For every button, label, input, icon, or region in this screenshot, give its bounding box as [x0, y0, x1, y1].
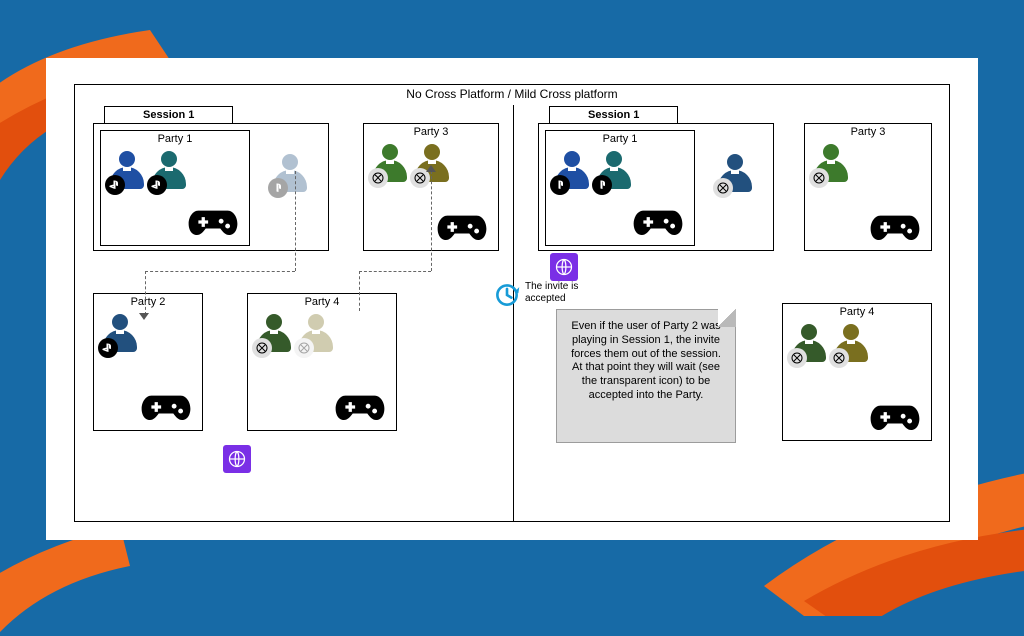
invite-line-4	[359, 271, 431, 273]
session-tab-left: Session 1	[104, 106, 233, 123]
party3-right: Party 3	[804, 123, 932, 251]
party4-left-title: Party 4	[248, 296, 396, 308]
player-icon	[811, 142, 851, 186]
xbox-icon	[294, 338, 314, 358]
party2-left-title: Party 2	[94, 296, 202, 308]
note-fold-icon	[718, 309, 736, 327]
gamepad-icon	[334, 390, 386, 424]
playstation-icon	[98, 338, 118, 358]
invite-line-5	[431, 171, 433, 271]
gamepad-icon	[436, 210, 488, 244]
playstation-icon	[105, 175, 125, 195]
explainer-note: Even if the user of Party 2 was playing …	[556, 309, 736, 443]
party4-right-members	[789, 322, 871, 366]
invite-line-3	[145, 271, 147, 315]
party4-right-title: Party 4	[783, 306, 931, 318]
playstation-icon	[147, 175, 167, 195]
xbox-icon	[252, 338, 272, 358]
invite-line-2	[145, 271, 295, 273]
session-box-left: Session 1 Party 1	[93, 123, 329, 251]
xbox-icon	[809, 168, 829, 188]
party4-right: Party 4	[782, 303, 932, 441]
diagram-title: No Cross Platform / Mild Cross platform	[75, 87, 949, 101]
session-tab-right: Session 1	[549, 106, 678, 123]
party1-right-title: Party 1	[546, 133, 694, 145]
diagram-outer-frame: No Cross Platform / Mild Cross platform …	[74, 84, 950, 522]
player-icon	[254, 312, 294, 356]
ghost-player-icon	[270, 152, 310, 196]
invite-line-6	[359, 271, 361, 311]
transition-label: The invite is accepted	[525, 281, 578, 305]
party1-right-members	[552, 149, 634, 193]
ghost-player-icon	[296, 312, 336, 356]
party1-right: Party 1	[545, 130, 695, 246]
globe-icon	[550, 253, 578, 281]
gamepad-icon	[869, 400, 921, 434]
gamepad-icon	[187, 205, 239, 239]
playstation-icon	[268, 178, 288, 198]
clock-refresh-icon	[493, 281, 521, 309]
player-icon	[552, 149, 592, 193]
state-after: Session 1 Party 1 Pa	[513, 105, 951, 521]
gamepad-icon	[140, 390, 192, 424]
party2-left-members	[100, 312, 140, 356]
player-icon	[594, 149, 634, 193]
player-icon	[831, 322, 871, 366]
party3-right-title: Party 3	[805, 126, 931, 138]
player-icon	[370, 142, 410, 186]
arrowhead-icon	[139, 313, 149, 320]
diagram-card: No Cross Platform / Mild Cross platform …	[46, 58, 978, 540]
party4-left-members	[254, 312, 336, 356]
party1-left-title: Party 1	[101, 133, 249, 145]
gamepad-icon	[869, 210, 921, 244]
player-icon	[107, 149, 147, 193]
playstation-icon	[550, 175, 570, 195]
session-box-right: Session 1 Party 1	[538, 123, 774, 251]
xbox-icon	[713, 178, 733, 198]
player-icon	[715, 152, 755, 196]
party4-left: Party 4	[247, 293, 397, 431]
xbox-icon	[368, 168, 388, 188]
player-icon	[100, 312, 140, 356]
xbox-icon	[787, 348, 807, 368]
party3-left-members	[370, 142, 452, 186]
gamepad-icon	[632, 205, 684, 239]
player-icon	[149, 149, 189, 193]
globe-icon	[223, 445, 251, 473]
slide-background: No Cross Platform / Mild Cross platform …	[0, 0, 1024, 576]
playstation-icon	[592, 175, 612, 195]
xbox-icon	[829, 348, 849, 368]
party1-left-members	[107, 149, 189, 193]
party1-left: Party 1	[100, 130, 250, 246]
party3-right-members	[811, 142, 851, 186]
arrowhead-icon	[426, 165, 436, 172]
party3-left-title: Party 3	[364, 126, 498, 138]
player-icon	[789, 322, 829, 366]
invite-line-1	[295, 171, 297, 271]
state-before: Session 1 Party 1	[75, 105, 513, 521]
note-text: Even if the user of Party 2 was playing …	[565, 320, 727, 403]
